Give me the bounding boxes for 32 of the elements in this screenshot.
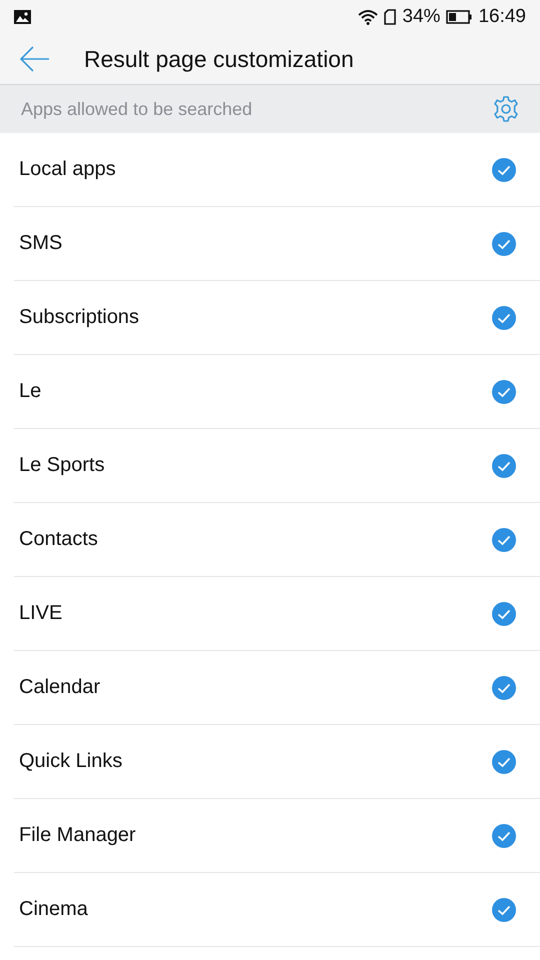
app-name: Quick Links [18, 750, 124, 773]
checkbox[interactable] [492, 380, 516, 404]
app-name: Le [18, 380, 42, 403]
checkbox[interactable] [492, 750, 516, 774]
app-name: File Manager [18, 824, 137, 847]
app-name: SMS [18, 232, 64, 255]
checkbox[interactable] [492, 232, 516, 256]
checkbox[interactable] [492, 158, 516, 182]
checkbox[interactable] [492, 898, 516, 922]
app-name: Calendar [18, 676, 102, 699]
checkbox[interactable] [492, 528, 516, 552]
section-title: Apps allowed to be searched [21, 98, 254, 120]
image-icon [14, 10, 31, 24]
battery-icon [446, 10, 472, 24]
checkbox[interactable] [492, 824, 516, 848]
checkbox[interactable] [492, 602, 516, 626]
checkbox[interactable] [492, 454, 516, 478]
page-title: Result page customization [84, 46, 354, 72]
app-name: Contacts [18, 528, 99, 551]
app-name: Local apps [18, 158, 117, 181]
clock: 16:49 [478, 6, 526, 28]
sim-icon [384, 9, 396, 25]
checkbox[interactable] [492, 676, 516, 700]
checkbox[interactable] [492, 306, 516, 330]
settings-icon[interactable] [492, 95, 520, 123]
back-arrow-icon[interactable] [20, 46, 50, 72]
app-name: Subscriptions [18, 306, 140, 329]
app-name: LIVE [18, 602, 64, 625]
app-name: Cinema [18, 898, 89, 921]
wifi-icon [358, 9, 378, 25]
battery-percent: 34% [402, 6, 440, 28]
app-name: Le Sports [18, 454, 106, 477]
